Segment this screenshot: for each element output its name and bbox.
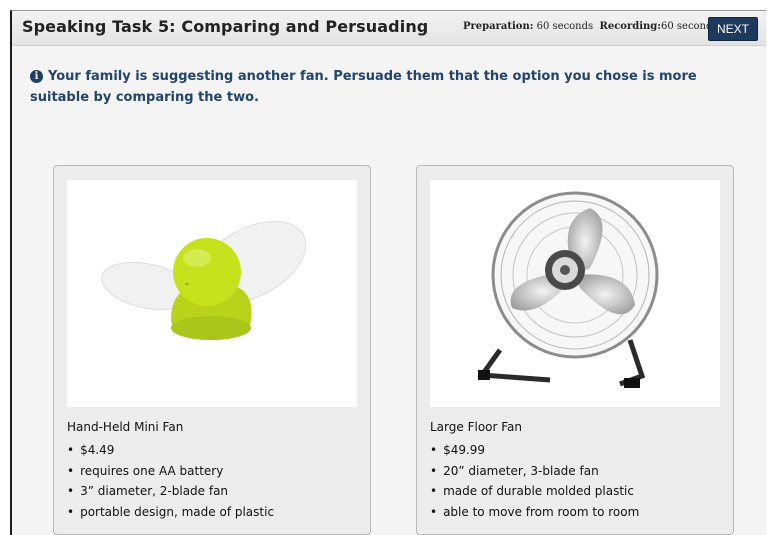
option-name: Large Floor Fan bbox=[430, 420, 523, 434]
option-card-floor-fan: Large Floor Fan $49.99 20” diameter, 3-b… bbox=[416, 165, 734, 535]
option-name: Hand-Held Mini Fan bbox=[67, 420, 184, 434]
task-header: Speaking Task 5: Comparing and Persuadin… bbox=[12, 11, 766, 46]
feature-item: $49.99 bbox=[430, 440, 639, 461]
task-title: Speaking Task 5: Comparing and Persuadin… bbox=[22, 17, 429, 36]
floor-fan-image bbox=[430, 180, 720, 407]
feature-item: $4.49 bbox=[67, 440, 274, 461]
floor-fan-illustration bbox=[477, 191, 659, 388]
mini-fan-illustration bbox=[101, 220, 307, 340]
info-icon: i bbox=[30, 70, 43, 83]
feature-list: $49.99 20” diameter, 3-blade fan made of… bbox=[430, 440, 639, 522]
timing-info: Preparation: 60 seconds Recording:60 sec… bbox=[463, 21, 718, 32]
recording-label: Recording: bbox=[599, 21, 661, 32]
prompt-text: Your family is suggesting another fan. P… bbox=[30, 69, 697, 105]
option-card-mini-fan: Hand-Held Mini Fan $4.49 requires one AA… bbox=[53, 165, 371, 535]
task-prompt: i Your family is suggesting another fan. … bbox=[30, 66, 730, 108]
preparation-value: 60 seconds bbox=[536, 21, 594, 32]
task-window: Speaking Task 5: Comparing and Persuadin… bbox=[10, 10, 766, 535]
feature-item: made of durable molded plastic bbox=[430, 481, 639, 502]
mini-fan-image bbox=[67, 180, 357, 407]
preparation-label: Preparation: bbox=[463, 21, 534, 32]
feature-item: requires one AA battery bbox=[67, 461, 274, 482]
feature-item: 3” diameter, 2-blade fan bbox=[67, 481, 274, 502]
feature-list: $4.49 requires one AA battery 3” diamete… bbox=[67, 440, 274, 522]
feature-item: portable design, made of plastic bbox=[67, 502, 274, 523]
next-button[interactable]: NEXT bbox=[708, 17, 758, 41]
feature-item: 20” diameter, 3-blade fan bbox=[430, 461, 639, 482]
feature-item: able to move from room to room bbox=[430, 502, 639, 523]
